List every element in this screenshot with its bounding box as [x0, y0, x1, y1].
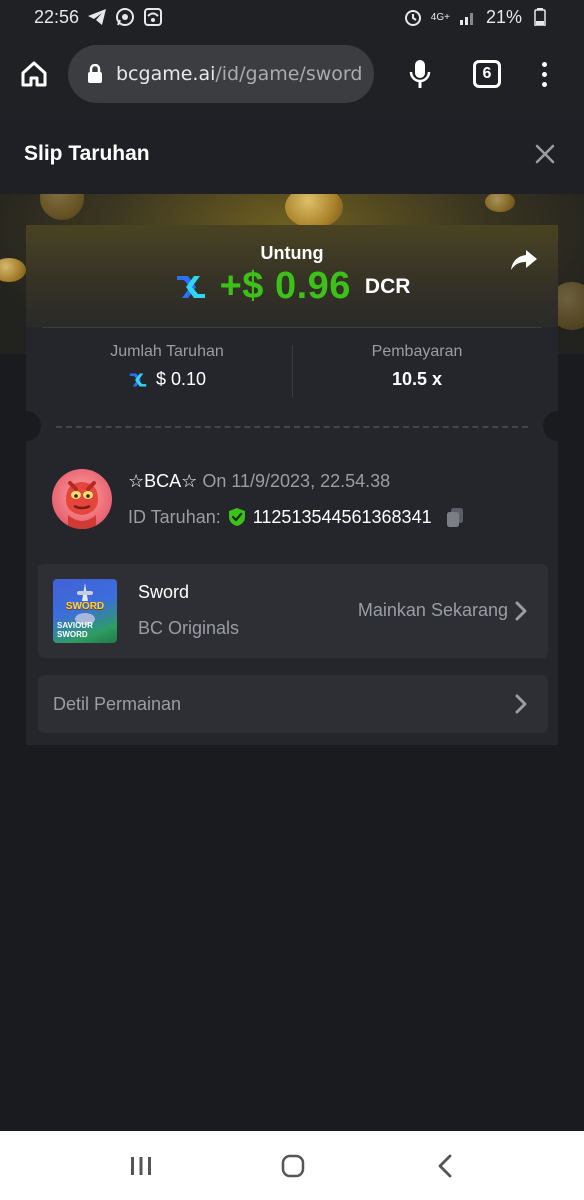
game-name: Sword — [138, 582, 190, 602]
system-nav-bar — [0, 1131, 584, 1200]
payout-label: Pembayaran — [371, 343, 463, 360]
battery-icon — [530, 8, 550, 26]
wifi-box-icon — [143, 8, 163, 26]
ticket-notch — [543, 411, 573, 441]
game-thumbnail: SWORD SAVIOUR SWORD — [53, 579, 117, 643]
signal-icon — [458, 8, 478, 26]
recents-icon[interactable] — [121, 1151, 161, 1181]
chevron-right-icon — [515, 601, 527, 621]
coin-decoration — [0, 258, 26, 282]
dcr-coin-icon — [176, 275, 205, 298]
bet-amount-stat: Jumlah Taruhan $ 0.10 — [42, 343, 292, 390]
url-text: bcgame.ai/id/game/sword — [116, 63, 362, 85]
game-thumb-title: SWORD — [65, 601, 105, 612]
bet-id-line: ID Taruhan: 112513544561368341 — [128, 506, 466, 528]
game-link-row[interactable]: SWORD SAVIOUR SWORD Sword BC Originals M… — [38, 564, 548, 658]
game-provider: BC Originals — [138, 618, 240, 638]
dashed-divider — [56, 426, 528, 428]
close-icon[interactable] — [532, 141, 558, 167]
browser-toolbar: bcgame.ai/id/game/sword 6 — [0, 34, 584, 114]
modal-title: Slip Taruhan — [24, 142, 150, 165]
bet-timestamp: On 11/9/2023, 22.54.38 — [202, 471, 391, 491]
game-details-label: Detil Permainan — [53, 694, 182, 714]
url-path: /id/game/sword — [215, 63, 363, 85]
play-now-link[interactable]: Mainkan Sekarang — [358, 600, 508, 621]
profit-value: +$ 0.96 — [219, 265, 351, 307]
coin-decoration — [485, 194, 515, 212]
profit-currency: DCR — [364, 274, 411, 298]
bet-id-value: 112513544561368341 — [252, 506, 432, 527]
tab-switcher-button[interactable]: 6 — [473, 60, 501, 88]
tab-count: 6 — [482, 65, 492, 82]
clock: 22:56 — [34, 6, 80, 27]
microphone-icon[interactable] — [404, 56, 436, 92]
home-nav-icon[interactable] — [273, 1151, 313, 1181]
ticket-notch — [11, 411, 41, 441]
coin-decoration — [40, 194, 84, 220]
game-thumb-subtitle: SAVIOUR SWORD — [57, 621, 93, 639]
url-domain: bcgame.ai — [116, 63, 216, 85]
avatar[interactable] — [52, 469, 112, 529]
profit-row: +$ 0.96 DCR — [26, 265, 558, 308]
dcr-coin-icon — [129, 373, 147, 386]
home-icon[interactable] — [16, 56, 52, 92]
coin-decoration — [285, 194, 343, 228]
profit-label: Untung — [260, 243, 324, 263]
bet-slip-card: Untung +$ 0.96 DCR Jumlah Taruhan $ 0.10… — [11, 225, 573, 745]
share-icon[interactable] — [508, 245, 540, 275]
battery-percent: 21% — [485, 6, 522, 27]
telegram-icon — [87, 8, 107, 26]
chevron-right-icon — [515, 694, 527, 714]
bet-id-label: ID Taruhan: — [128, 506, 221, 527]
back-icon[interactable] — [426, 1151, 466, 1181]
divider — [42, 327, 542, 328]
whatsapp-icon — [115, 8, 135, 26]
network-type: 4G+ — [430, 11, 450, 23]
bet-amount-value: $ 0.10 — [155, 369, 207, 389]
verified-shield-icon — [228, 508, 245, 526]
payout-stat: Pembayaran 10.5 x — [292, 343, 542, 390]
modal-header: Slip Taruhan — [0, 114, 584, 194]
alarm-icon — [403, 8, 423, 26]
status-bar: 22:56 4G+ 21% — [0, 0, 584, 34]
lock-icon — [86, 64, 104, 84]
bet-amount-label: Jumlah Taruhan — [110, 343, 224, 360]
game-details-row[interactable]: Detil Permainan — [38, 675, 548, 733]
payout-value: 10.5 x — [391, 369, 443, 389]
username[interactable]: ☆BCA☆ — [128, 471, 197, 491]
more-vert-icon[interactable] — [532, 56, 556, 92]
copy-icon[interactable] — [444, 506, 466, 528]
address-bar[interactable]: bcgame.ai/id/game/sword — [68, 45, 374, 103]
bet-user-line: ☆BCA☆ On 11/9/2023, 22.54.38 — [128, 471, 390, 492]
